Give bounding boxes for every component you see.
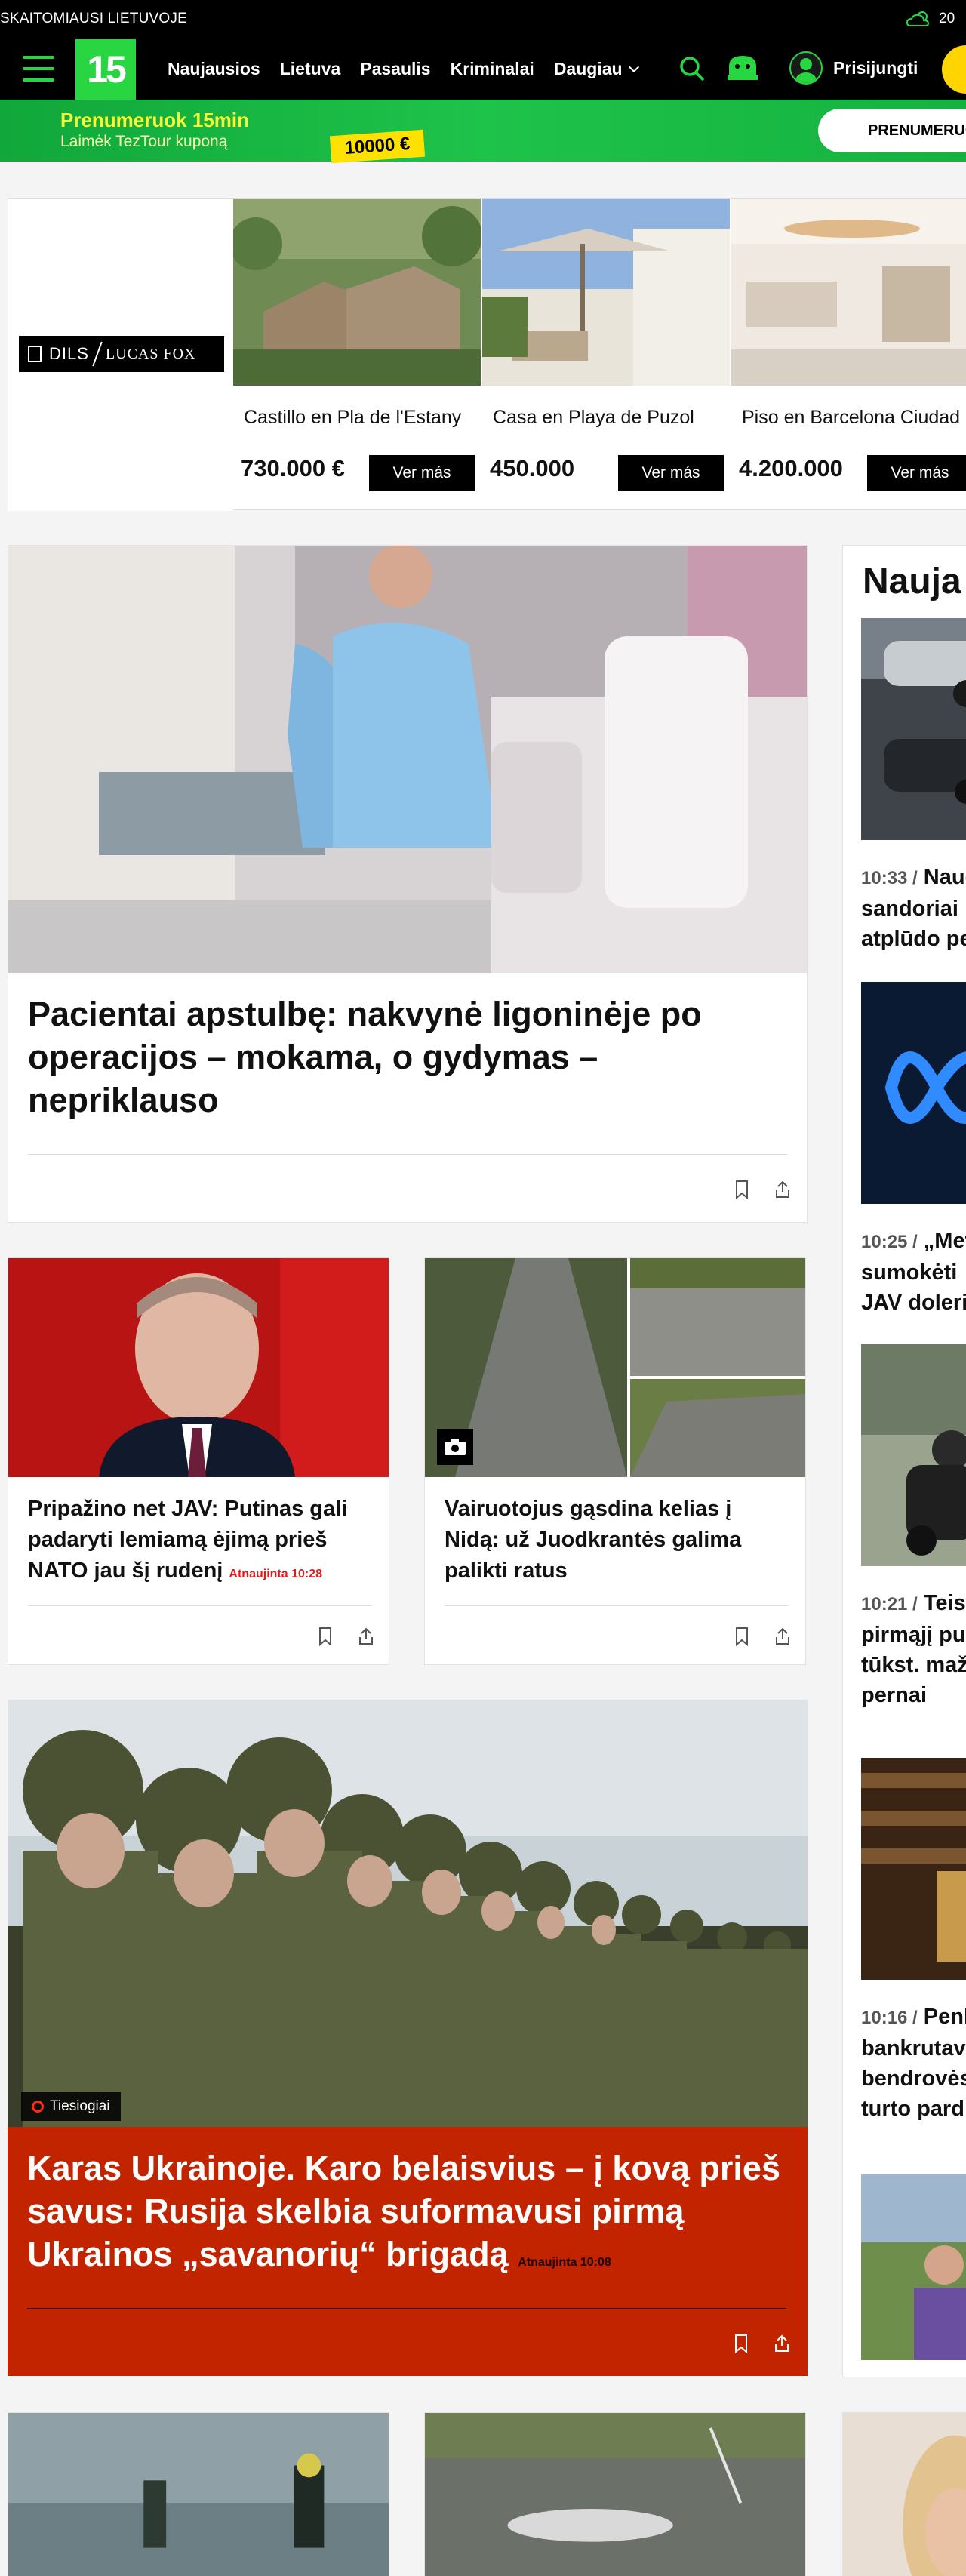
main-navigation: 15 Naujausios Lietuva Pasaulis Kriminala… [0, 39, 966, 100]
bookmark-icon[interactable] [732, 2334, 750, 2353]
nav-link-pasaulis[interactable]: Pasaulis [360, 59, 430, 79]
chat-icon[interactable] [726, 53, 759, 83]
temperature: 20 [939, 11, 955, 26]
bookmark-icon[interactable] [733, 1180, 751, 1199]
promo-title: Prenumeruok 15min [60, 109, 249, 131]
share-icon[interactable] [774, 1627, 792, 1646]
news-thumbnail [861, 2174, 966, 2360]
sidebar-news-item[interactable] [861, 2174, 966, 2364]
article-headline[interactable]: Karas Ukrainoje. Karo belaisvius – į kov… [27, 2147, 789, 2284]
subscribe-banner[interactable]: Prenumeruok 15min Laimėk TezTour kuponą … [0, 100, 966, 164]
menu-icon[interactable] [23, 56, 54, 83]
search-icon[interactable] [678, 54, 706, 83]
ad-property-price: 450.000 [490, 455, 575, 482]
subscribe-pill-button[interactable] [942, 45, 966, 94]
weather-widget[interactable]: 20 [906, 9, 955, 29]
ad-property-card[interactable]: Castillo en Pla de l'Estany 730.000 € Ve… [229, 199, 482, 511]
sidebar-news-item[interactable]: 10:21 / Teisi pirmąjį pu tūkst. maž pern… [861, 1344, 966, 1710]
photo-gallery-icon [437, 1429, 473, 1465]
sidebar-news-item[interactable]: 10:33 / Nauc sandoriai atplūdo pe [861, 618, 966, 954]
article-headline[interactable]: Pripažino net JAV: Putinas gali padaryti… [28, 1494, 375, 1590]
ad-brand-logo: DILS LUCAS FOX [19, 336, 224, 372]
article-card[interactable] [424, 2412, 806, 2576]
top-bar: SKAITOMIAUSI LIETUVOJE 20 [0, 0, 966, 39]
share-icon[interactable] [773, 2334, 791, 2353]
article-card-live[interactable]: Tiesiogiai Karas Ukrainoje. Karo belaisv… [8, 1700, 808, 2376]
advertisement[interactable]: DILS LUCAS FOX Castillo en Pla de l'Esta… [8, 198, 966, 511]
nav-link-kriminalai[interactable]: Kriminalai [451, 59, 534, 79]
article-image [843, 2413, 966, 2576]
sidebar-title: Nauja [863, 562, 961, 602]
ad-property-title: Casa en Playa de Puzol [493, 407, 694, 428]
login-label: Prisijungti [833, 57, 918, 78]
ad-property-card[interactable]: Casa en Playa de Puzol 450.000 Ver más [482, 199, 731, 511]
article-card[interactable] [8, 2412, 389, 2576]
cloud-sun-icon [906, 11, 930, 26]
sidebar-news-item[interactable]: 10:25 / „Met sumokėti JAV doleri [861, 982, 966, 1318]
ad-property-price: 730.000 € [241, 455, 345, 482]
latest-news-sidebar: Nauja 10:33 / Nauc sandoriai atplūdo pe … [842, 545, 966, 2377]
article-image [8, 1700, 808, 2127]
ad-property-button[interactable]: Ver más [369, 455, 475, 491]
ad-property-image [482, 199, 730, 386]
article-card[interactable]: Pripažino net JAV: Putinas gali padaryti… [8, 1257, 389, 1665]
share-icon[interactable] [774, 1180, 792, 1199]
promo-subtitle: Laimėk TezTour kuponą [60, 133, 228, 150]
article-image [8, 1258, 389, 1477]
ad-brand-panel: DILS LUCAS FOX [8, 199, 233, 511]
ad-property-title: Castillo en Pla de l'Estany [244, 407, 462, 428]
ad-property-button[interactable]: Ver más [867, 455, 966, 491]
news-thumbnail [861, 1344, 966, 1566]
news-thumbnail [861, 1758, 966, 1980]
live-badge: Tiesiogiai [21, 2092, 121, 2121]
news-thumbnail [861, 982, 966, 1204]
nav-link-lietuva[interactable]: Lietuva [280, 59, 341, 79]
sidebar-news-item[interactable]: 10:16 / Penk bankrutav bendrovės turto p… [861, 1758, 966, 2124]
bookmark-icon[interactable] [733, 1627, 751, 1646]
promo-coupon: 10000 € [329, 129, 426, 164]
bookmark-icon[interactable] [316, 1627, 334, 1646]
site-logo[interactable]: 15 [75, 39, 136, 100]
article-image [425, 1258, 805, 1477]
article-headline[interactable]: Vairuotojus gąsdina kelias į Nidą: už Ju… [445, 1494, 792, 1587]
updated-label: Atnaujinta 10:28 [229, 1568, 323, 1580]
article-image [8, 544, 807, 976]
article-headline[interactable]: Pacientai apstulbę: nakvynė ligoninėje p… [28, 993, 783, 1122]
article-card[interactable] [842, 2412, 966, 2576]
article-card-featured[interactable]: Pacientai apstulbę: nakvynė ligoninėje p… [8, 544, 808, 1223]
subscribe-button[interactable]: PRENUMERUO [818, 109, 966, 152]
user-icon [789, 51, 823, 85]
ad-property-image [229, 199, 482, 386]
ad-property-title: Piso en Barcelona Ciudad [742, 407, 961, 428]
ad-property-card[interactable]: Piso en Barcelona Ciudad 4.200.000 Ver m… [731, 199, 966, 511]
ad-property-image [731, 199, 966, 386]
updated-label: Atnaujinta 10:08 [518, 2256, 611, 2269]
ad-property-button[interactable]: Ver más [618, 455, 724, 491]
ad-property-price: 4.200.000 [739, 455, 843, 482]
nav-link-daugiau[interactable]: Daugiau [554, 59, 638, 79]
live-dot-icon [32, 2101, 44, 2113]
article-card[interactable]: Vairuotojus gąsdina kelias į Nidą: už Ju… [424, 1257, 806, 1665]
article-image [425, 2413, 805, 2576]
site-slogan: SKAITOMIAUSI LIETUVOJE [0, 11, 187, 26]
login-button[interactable]: Prisijungti [789, 51, 918, 85]
share-icon[interactable] [357, 1627, 375, 1646]
news-thumbnail [861, 618, 966, 840]
article-image [8, 2413, 389, 2576]
nav-link-naujausios[interactable]: Naujausios [168, 59, 260, 79]
